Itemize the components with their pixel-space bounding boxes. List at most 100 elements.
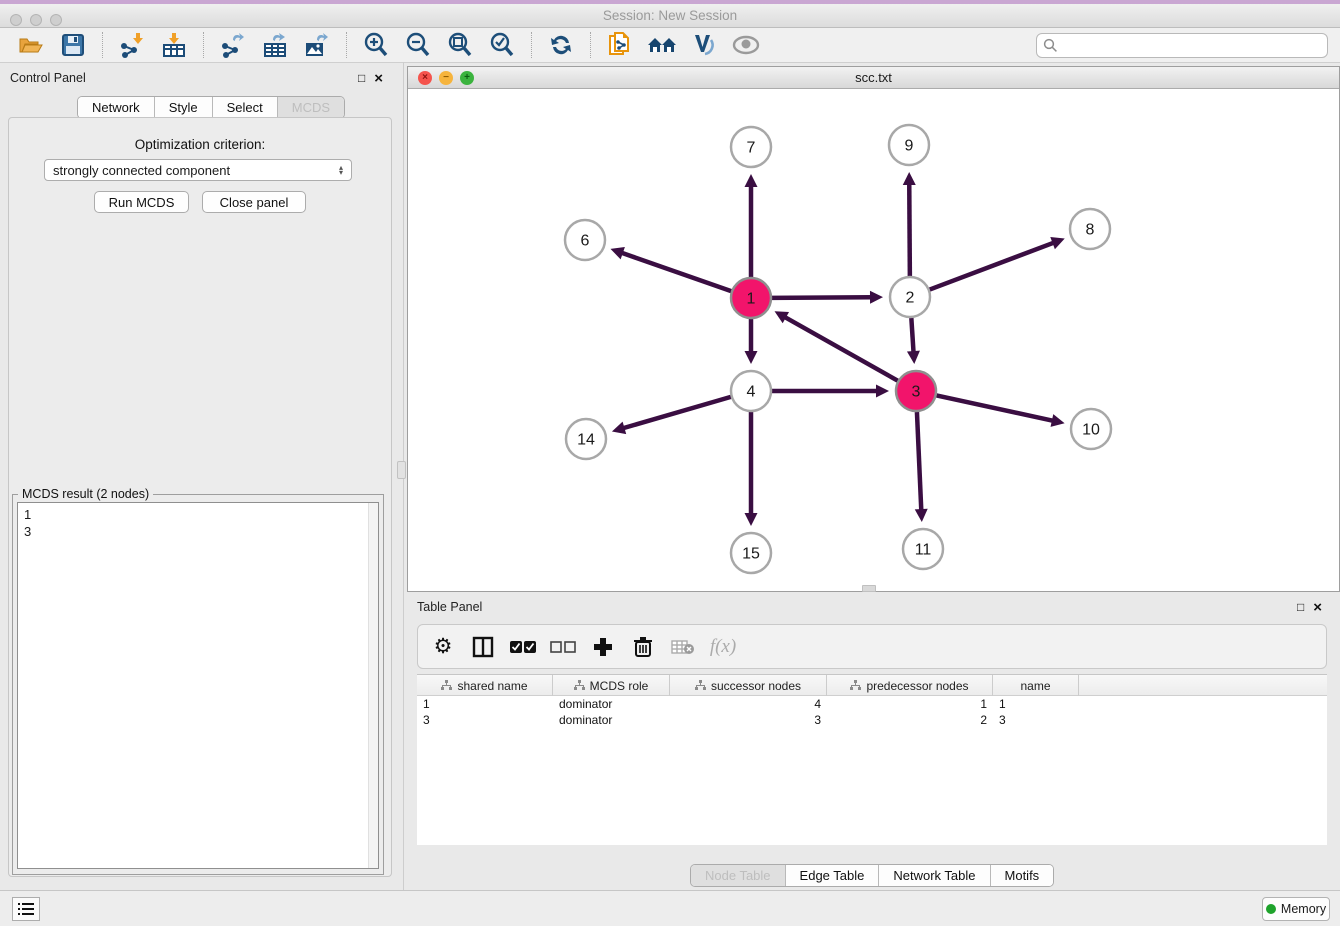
function-builder-icon[interactable]: f(x) [710, 634, 736, 660]
table-row[interactable]: 3dominator323 [417, 712, 1327, 728]
graph-edge-3-10[interactable] [937, 395, 1054, 420]
select-all-icon[interactable] [510, 634, 536, 660]
clone-network-icon[interactable] [605, 31, 635, 59]
splitter-grip[interactable] [397, 461, 406, 479]
open-session-icon[interactable] [16, 31, 46, 59]
window-traffic-lights[interactable] [10, 14, 62, 26]
zoom-window-button[interactable] [50, 14, 62, 26]
close-window-button[interactable] [10, 14, 22, 26]
control-panel-tabs: NetworkStyleSelectMCDS [77, 96, 345, 119]
destroy-table-icon[interactable] [670, 634, 696, 660]
save-session-icon[interactable] [58, 31, 88, 59]
toolbar-separator [346, 32, 347, 58]
main-toolbar [0, 28, 1340, 63]
tab-mcds[interactable]: MCDS [278, 97, 344, 118]
float-panel-icon[interactable]: □ [1297, 600, 1304, 614]
tab-edge-table[interactable]: Edge Table [786, 865, 880, 886]
graph-edge-2-3[interactable] [911, 318, 913, 353]
memory-label: Memory [1281, 902, 1326, 916]
graph-edge-1-2[interactable] [772, 297, 872, 298]
search-field[interactable] [1036, 33, 1328, 58]
column-header-predecessor-nodes[interactable]: predecessor nodes [827, 675, 993, 696]
network-window-title: scc.txt [855, 70, 892, 85]
table-cell: 3 [993, 713, 1079, 727]
import-table-icon[interactable] [159, 31, 189, 59]
tab-node-table[interactable]: Node Table [691, 865, 786, 886]
optimization-criterion-select[interactable]: strongly connected component ▴▾ [44, 159, 352, 181]
column-type-icon [441, 680, 452, 691]
column-header-name[interactable]: name [993, 675, 1079, 696]
graph-node-label: 10 [1082, 422, 1100, 439]
close-panel-button[interactable]: Close panel [202, 191, 306, 213]
tab-select[interactable]: Select [213, 97, 278, 118]
export-table-icon[interactable] [260, 31, 290, 59]
table-row[interactable]: 1dominator411 [417, 696, 1327, 712]
export-image-icon[interactable] [302, 31, 332, 59]
close-panel-icon[interactable]: × [374, 73, 383, 84]
graph-node-label: 1 [747, 291, 756, 308]
table-cell: dominator [553, 713, 670, 727]
network-canvas[interactable]: 7968124314101511 [408, 89, 1339, 591]
first-neighbors-icon[interactable] [647, 31, 677, 59]
tab-network[interactable]: Network [78, 97, 155, 118]
refresh-layout-icon[interactable] [546, 31, 576, 59]
close-view-button[interactable]: × [418, 71, 432, 85]
add-column-icon[interactable] [590, 634, 616, 660]
graph-edge-1-6[interactable] [621, 253, 731, 292]
arrowhead-icon [745, 513, 758, 526]
toolbar-separator [590, 32, 591, 58]
tab-motifs[interactable]: Motifs [991, 865, 1054, 886]
graph-edge-2-8[interactable] [930, 242, 1055, 289]
show-hide-details-icon[interactable] [731, 31, 761, 59]
table-cell: 4 [670, 697, 827, 711]
network-view-window: scc.txt 7968124314101511 ×−+ [407, 66, 1340, 592]
minimize-view-button[interactable]: − [439, 71, 453, 85]
result-line: 1 [24, 506, 372, 523]
optimization-criterion-label: Optimization criterion: [0, 137, 400, 152]
arrowhead-icon [876, 385, 889, 398]
export-network-icon[interactable] [218, 31, 248, 59]
search-input[interactable] [1058, 38, 1321, 53]
memory-button[interactable]: Memory [1262, 897, 1330, 921]
memory-status-icon [1266, 904, 1276, 914]
canvas-collapse-grip[interactable] [862, 585, 876, 592]
import-network-icon[interactable] [117, 31, 147, 59]
mcds-result-textarea[interactable]: 13 [17, 502, 379, 869]
zoom-selected-icon[interactable] [487, 31, 517, 59]
zoom-fit-icon[interactable] [445, 31, 475, 59]
column-type-icon [695, 680, 706, 691]
result-line: 3 [24, 523, 372, 540]
arrowhead-icon [903, 172, 916, 185]
zoom-out-icon[interactable] [403, 31, 433, 59]
titlebar[interactable]: Session: New Session [0, 4, 1340, 28]
graph-edge-3-11[interactable] [917, 412, 921, 511]
graph-node-label: 9 [905, 138, 914, 155]
deselect-all-icon[interactable] [550, 634, 576, 660]
graph-edge-2-9[interactable] [909, 183, 910, 276]
tab-network-table[interactable]: Network Table [879, 865, 990, 886]
graph-edge-3-1[interactable] [784, 317, 898, 381]
network-window-titlebar[interactable]: scc.txt [408, 67, 1339, 89]
delete-column-icon[interactable] [630, 634, 656, 660]
column-header-MCDS-role[interactable]: MCDS role [553, 675, 670, 696]
graphics-details-icon[interactable] [689, 31, 719, 59]
zoom-in-icon[interactable] [361, 31, 391, 59]
column-header-shared-name[interactable]: shared name [417, 675, 553, 696]
close-panel-icon[interactable]: × [1313, 602, 1322, 613]
minimize-window-button[interactable] [30, 14, 42, 26]
float-panel-icon[interactable]: □ [358, 71, 365, 85]
table-panel-tabs: Node TableEdge TableNetwork TableMotifs [690, 864, 1054, 887]
column-pane-icon[interactable] [470, 634, 496, 660]
gear-icon[interactable]: ⚙ [430, 634, 456, 660]
mcds-result-title: MCDS result (2 nodes) [18, 487, 153, 501]
task-history-button[interactable] [12, 897, 40, 921]
tab-style[interactable]: Style [155, 97, 213, 118]
result-scrollbar[interactable] [368, 503, 378, 868]
graph-node-label: 4 [747, 384, 756, 401]
zoom-view-button[interactable]: + [460, 71, 474, 85]
graph-node-label: 8 [1086, 222, 1095, 239]
run-mcds-button[interactable]: Run MCDS [94, 191, 189, 213]
graph-edge-4-14[interactable] [622, 397, 730, 429]
column-header-successor-nodes[interactable]: successor nodes [670, 675, 827, 696]
search-icon [1043, 38, 1058, 53]
